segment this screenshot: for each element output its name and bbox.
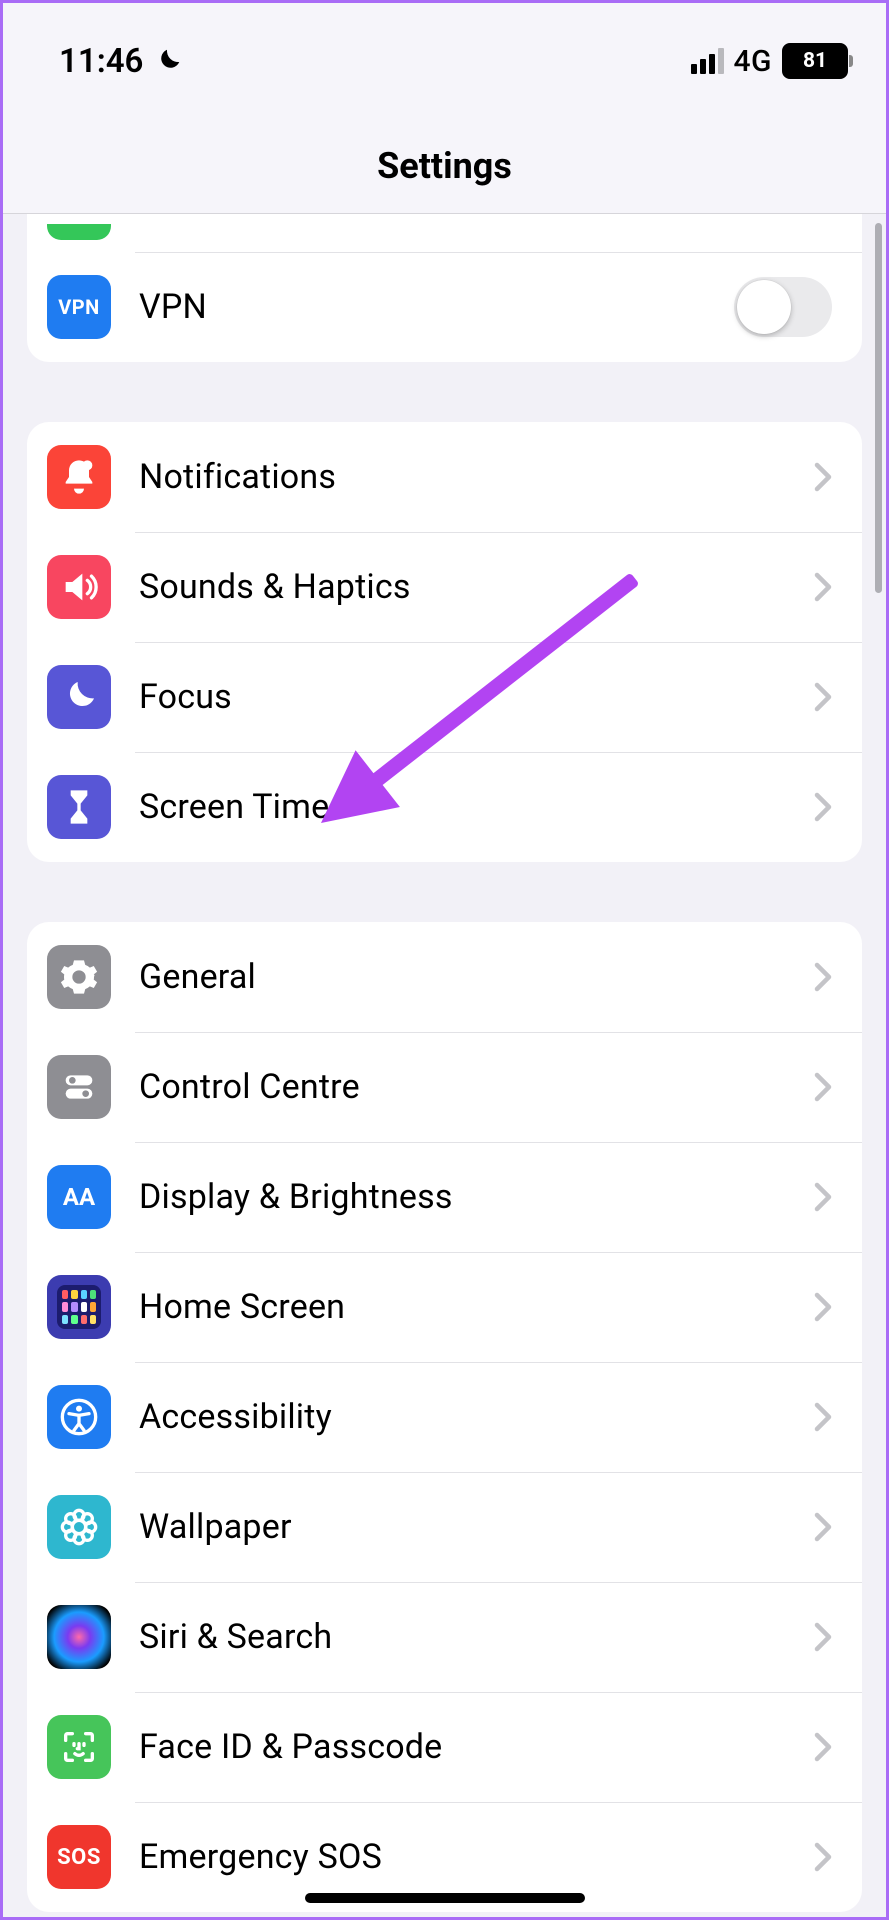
settings-row-wallpaper[interactable]: Wallpaper	[27, 1472, 862, 1582]
row-label: Wallpaper	[139, 1507, 814, 1547]
chevron-right-icon	[814, 1292, 832, 1322]
screentime-icon	[47, 775, 111, 839]
settings-row-screentime[interactable]: Screen Time	[27, 752, 862, 862]
network-label: 4G	[734, 44, 773, 79]
row-label: Accessibility	[139, 1397, 814, 1437]
status-right: 4G 81	[691, 43, 849, 79]
general-icon	[47, 945, 111, 1009]
row-label: Focus	[139, 677, 814, 717]
settings-row-accessibility[interactable]: Accessibility	[27, 1362, 862, 1472]
cell-signal-icon	[691, 48, 724, 74]
status-time: 11:46	[59, 42, 143, 81]
page-title: Settings	[3, 145, 886, 187]
chevron-right-icon	[814, 1182, 832, 1212]
settings-row-controlcentre[interactable]: Control Centre	[27, 1032, 862, 1142]
row-label: Control Centre	[139, 1067, 814, 1107]
settings-list: VPN VPN Notifications Sounds & Haptics F…	[3, 214, 886, 1912]
focus-icon	[47, 665, 111, 729]
chevron-right-icon	[814, 1072, 832, 1102]
row-label: Screen Time	[139, 787, 814, 827]
homescreen-icon	[47, 1275, 111, 1339]
battery-icon: 81	[782, 43, 848, 79]
chevron-right-icon	[814, 1402, 832, 1432]
settings-row-sounds[interactable]: Sounds & Haptics	[27, 532, 862, 642]
controlcentre-icon	[47, 1055, 111, 1119]
row-label: VPN	[139, 287, 734, 327]
row-label: Face ID & Passcode	[139, 1727, 814, 1767]
settings-row-vpn[interactable]: VPN VPN	[27, 252, 862, 362]
settings-row-display[interactable]: AA Display & Brightness	[27, 1142, 862, 1252]
settings-row-homescreen[interactable]: Home Screen	[27, 1252, 862, 1362]
siri-icon	[47, 1605, 111, 1669]
row-label: Siri & Search	[139, 1617, 814, 1657]
do-not-disturb-icon	[153, 46, 183, 76]
vpn-toggle[interactable]	[734, 277, 832, 337]
settings-group-alerts: Notifications Sounds & Haptics Focus Scr…	[27, 422, 862, 862]
row-label: General	[139, 957, 814, 997]
row-label: Notifications	[139, 457, 814, 497]
sos-icon: SOS	[47, 1825, 111, 1889]
faceid-icon	[47, 1715, 111, 1779]
chevron-right-icon	[814, 962, 832, 992]
row-label: Emergency SOS	[139, 1837, 814, 1877]
settings-row-faceid[interactable]: Face ID & Passcode	[27, 1692, 862, 1802]
app-icon	[47, 224, 111, 240]
row-label: Display & Brightness	[139, 1177, 814, 1217]
settings-row-siri[interactable]: Siri & Search	[27, 1582, 862, 1692]
chevron-right-icon	[814, 462, 832, 492]
chevron-right-icon	[814, 1622, 832, 1652]
accessibility-icon	[47, 1385, 111, 1449]
status-bar: 11:46 4G 81	[3, 3, 886, 91]
chevron-right-icon	[814, 792, 832, 822]
chevron-right-icon	[814, 1732, 832, 1762]
row-label: Sounds & Haptics	[139, 567, 814, 607]
battery-percent: 81	[803, 49, 827, 73]
notifications-icon	[47, 445, 111, 509]
scrollbar[interactable]	[875, 223, 882, 593]
chevron-right-icon	[814, 1842, 832, 1872]
settings-row-general[interactable]: General	[27, 922, 862, 1032]
home-indicator[interactable]	[305, 1893, 585, 1903]
header: 11:46 4G 81 Settings	[3, 3, 886, 214]
settings-row-notifications[interactable]: Notifications	[27, 422, 862, 532]
settings-group-general: General Control Centre AA Display & Brig…	[27, 922, 862, 1912]
switch-knob	[737, 280, 791, 334]
row-label: Home Screen	[139, 1287, 814, 1327]
chevron-right-icon	[814, 1512, 832, 1542]
display-icon: AA	[47, 1165, 111, 1229]
sounds-icon	[47, 555, 111, 619]
settings-row-focus[interactable]: Focus	[27, 642, 862, 752]
settings-group-network: VPN VPN	[27, 214, 862, 362]
chevron-right-icon	[814, 682, 832, 712]
wallpaper-icon	[47, 1495, 111, 1559]
list-item[interactable]	[27, 214, 862, 252]
chevron-right-icon	[814, 572, 832, 602]
status-left: 11:46	[59, 42, 183, 81]
vpn-icon: VPN	[47, 275, 111, 339]
